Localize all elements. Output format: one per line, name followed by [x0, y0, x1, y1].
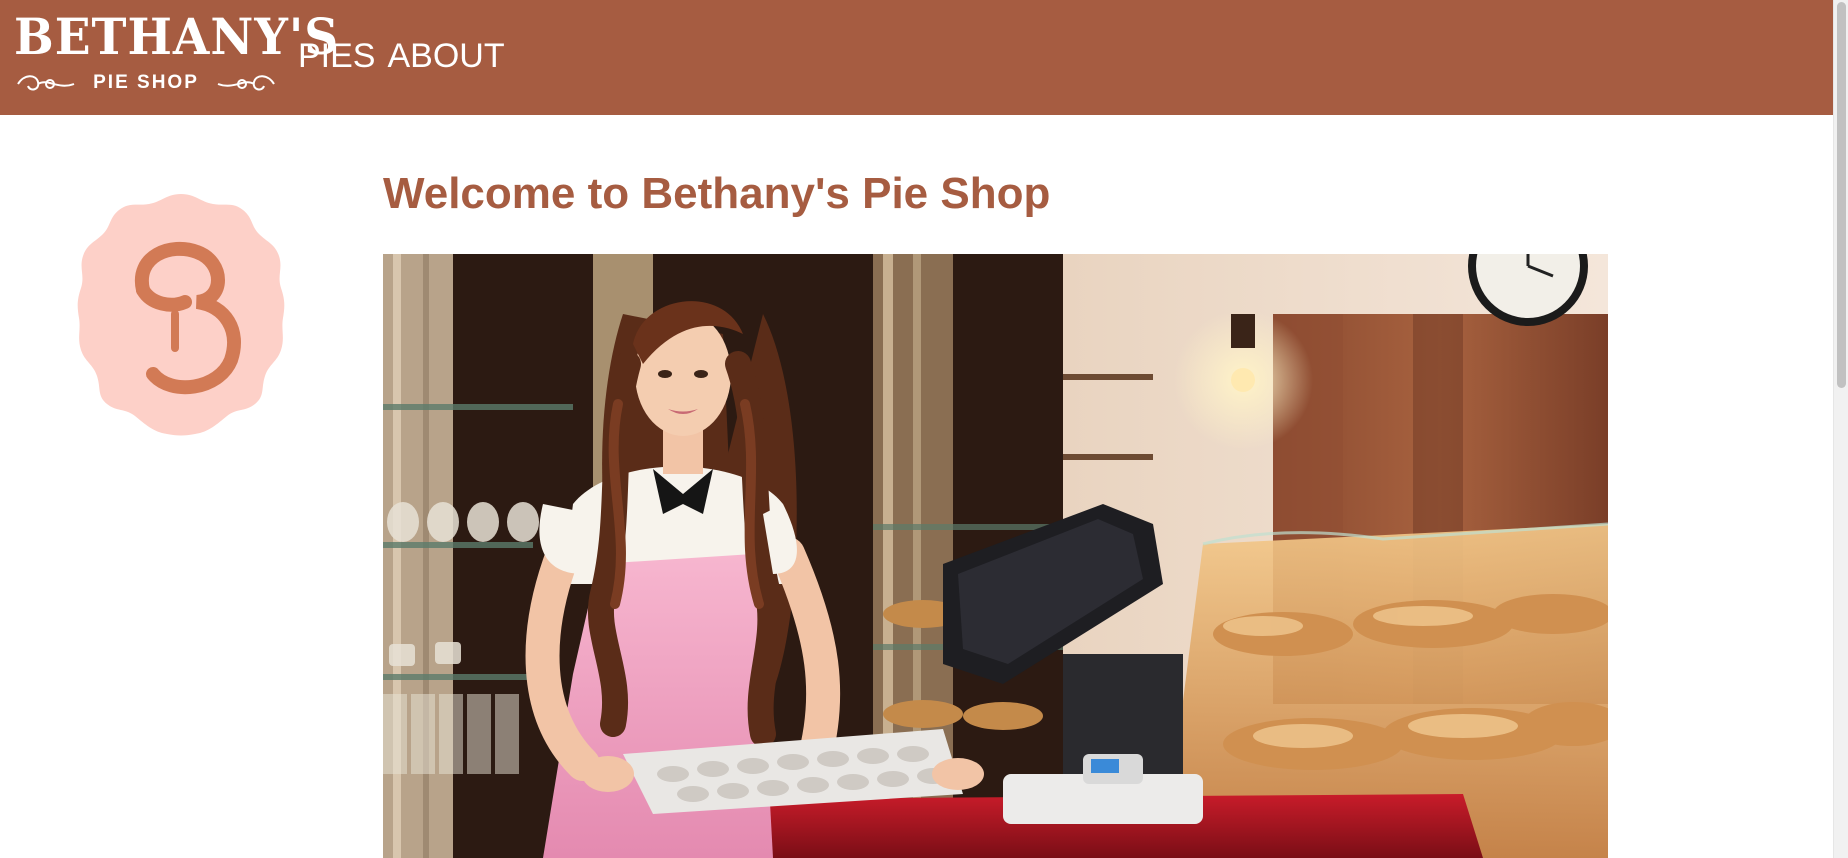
logo-title: BETHANY'S [14, 8, 340, 67]
swirl-right-icon [217, 75, 275, 91]
scrollbar-thumb[interactable] [1837, 2, 1846, 388]
main-nav: PIES ABOUT [298, 34, 505, 78]
page-title: Welcome to Bethany's Pie Shop [383, 169, 1051, 218]
page-scrollbar[interactable] [1833, 0, 1848, 858]
nav-link-pies[interactable]: PIES [298, 34, 375, 78]
bethany-badge-icon [77, 194, 285, 436]
nav-link-about[interactable]: ABOUT [387, 34, 504, 78]
site-logo[interactable]: BETHANY'S PIE SHOP [14, 8, 340, 96]
hero-image [383, 254, 1608, 858]
site-header: BETHANY'S PIE SHOP PIES ABOUT [0, 0, 1833, 115]
shop-photo-icon [383, 254, 1608, 858]
